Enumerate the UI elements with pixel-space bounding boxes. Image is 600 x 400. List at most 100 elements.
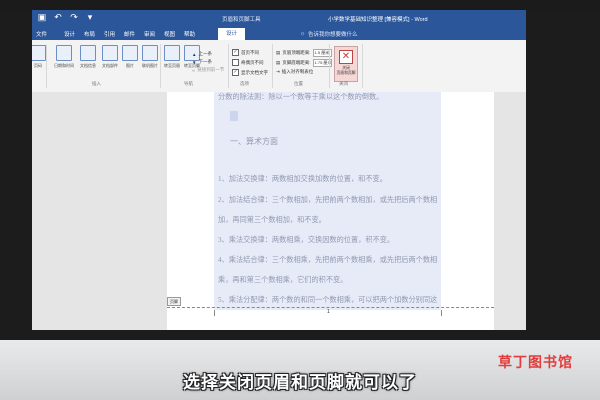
- footer-bottom-distance: ▤ 页脚底端距离: 1.75 厘米: [276, 59, 332, 67]
- link-icon: ∞: [192, 67, 196, 73]
- page-number-icon: [32, 45, 46, 61]
- close-group-label: 关闭: [339, 81, 348, 86]
- tab-review[interactable]: 审阅: [144, 30, 155, 38]
- monitor-bezel-right: [526, 10, 600, 332]
- online-picture-icon: [142, 45, 158, 61]
- document-area[interactable]: 分数的除法则：除以一个数等于乘以这个数的倒数。 一、算术方面 1、加法交换律：两…: [32, 92, 526, 330]
- doc-info-label: 文档信息: [80, 63, 96, 68]
- calendar-icon: [56, 45, 72, 61]
- word-window: ▣ ↶ ↷ ▾ 页眉和页脚工具 小学数学基础知识整理 [兼容模式] - Word…: [32, 10, 526, 330]
- ribbon-tabs: 文件 设计 布局 引用 邮件 审阅 视图 帮助 设计 ☼ 告诉我你想要做什么: [32, 28, 526, 40]
- link-to-previous-label: 链接到前一节: [197, 67, 225, 72]
- pictures-label: 图片: [126, 63, 134, 68]
- go-to-header-label: 转至页眉: [164, 63, 180, 68]
- page-number[interactable]: 1: [327, 309, 330, 315]
- page-number-button[interactable]: 页码: [32, 44, 50, 69]
- arrow-down-icon: ▼: [192, 59, 197, 65]
- date-time-label: 日期和时间: [54, 63, 74, 68]
- selection-mark: [230, 111, 238, 121]
- quick-parts-label: 文档部件: [102, 63, 118, 68]
- options-group-label: 选项: [240, 81, 249, 86]
- date-time-button[interactable]: 日期和时间: [52, 44, 76, 69]
- checkbox-checked-icon: ✓: [232, 69, 239, 76]
- previous-label: 上一条: [198, 51, 212, 56]
- next-label: 下一条: [198, 59, 212, 64]
- close-header-footer-label: 关闭 页眉和页脚: [336, 66, 356, 75]
- header-top-distance: ▤ 页眉顶端距离: 1.5 厘米: [276, 49, 332, 57]
- header-distance-icon: ▤: [276, 50, 281, 55]
- show-document-text-checkbox[interactable]: ✓ 显示文档文字: [232, 69, 268, 76]
- tell-me-box[interactable]: ☼ 告诉我你想要做什么: [300, 30, 358, 38]
- different-odd-even-checkbox[interactable]: 奇偶页不同: [232, 59, 264, 66]
- tab-view[interactable]: 视图: [164, 30, 175, 38]
- quick-access-toolbar: ▣ ↶ ↷ ▾: [36, 12, 96, 23]
- navigation-group-label: 导航: [184, 81, 193, 86]
- document-line: 3、乘法交换律：两数相乘，交换因数的位置，积不变。: [218, 236, 395, 244]
- document-title: 小学数学基础知识整理 [兼容模式] - Word: [328, 17, 428, 23]
- previous-button[interactable]: ▲ 上一条: [192, 51, 212, 57]
- video-subtitle: 选择关闭页眉和页脚就可以了: [183, 373, 417, 392]
- header-icon: [164, 45, 180, 61]
- section-heading: 一、算术方面: [230, 137, 278, 146]
- document-page[interactable]: 分数的除法则：除以一个数等于乘以这个数的倒数。 一、算术方面 1、加法交换律：两…: [167, 92, 494, 330]
- tab-header-footer-design[interactable]: 设计: [218, 28, 246, 40]
- monitor-bezel-bottom: [0, 330, 600, 340]
- different-first-page-checkbox[interactable]: ✓ 首页不同: [232, 49, 259, 56]
- doc-info-button[interactable]: 文档信息: [76, 44, 100, 69]
- monitor-bezel-left: [0, 10, 32, 332]
- insert-alignment-tab-button[interactable]: ⇥ 插入对齐制表位: [276, 69, 313, 75]
- save-icon[interactable]: ▣: [36, 12, 48, 23]
- tab-design[interactable]: 设计: [64, 30, 75, 38]
- arrow-up-icon: ▲: [192, 51, 197, 57]
- footer-label-tag: 页脚: [167, 297, 181, 306]
- document-info-icon: [80, 45, 96, 61]
- tab-mailings[interactable]: 邮件: [124, 30, 135, 38]
- undo-icon[interactable]: ↶: [52, 12, 64, 23]
- position-group-label: 位置: [294, 81, 303, 86]
- document-line: 加，再同第三个数相加，和不变。: [218, 216, 326, 224]
- checkbox-checked-icon: ✓: [232, 49, 239, 56]
- alignment-tab-icon: ⇥: [276, 69, 280, 74]
- different-odd-even-label: 奇偶页不同: [241, 59, 264, 65]
- tell-me-text: 告诉我你想要做什么: [308, 32, 358, 38]
- different-first-page-label: 首页不同: [241, 49, 259, 55]
- next-button[interactable]: ▼ 下一条: [192, 59, 212, 65]
- lightbulb-icon: ☼: [300, 31, 306, 37]
- contextual-tool-label: 页眉和页脚工具: [222, 17, 261, 23]
- tab-references[interactable]: 引用: [104, 30, 115, 38]
- close-icon: ✕: [339, 50, 353, 64]
- footer-boundary-line: [167, 307, 494, 308]
- picture-icon: [122, 45, 138, 61]
- group-divider: [272, 44, 273, 88]
- group-divider: [228, 44, 229, 88]
- document-line: 5、乘法分配律：两个数的和同一个数相乘，可以把两个加数分别同这: [218, 296, 438, 304]
- customize-icon[interactable]: ▾: [84, 12, 96, 23]
- document-line: 乘，再和第三个数相乘，它们的积不变。: [218, 276, 348, 284]
- group-divider: [362, 44, 363, 88]
- checkbox-unchecked-icon: [232, 59, 239, 66]
- redo-icon[interactable]: ↷: [68, 12, 80, 23]
- insert-alignment-tab-label: 插入对齐制表位: [281, 69, 314, 74]
- margin-mark: [441, 310, 442, 316]
- online-pictures-label: 联机图片: [142, 63, 158, 68]
- quick-parts-icon: [102, 45, 118, 61]
- link-to-previous-button[interactable]: ∞ 链接到前一节: [192, 67, 224, 73]
- insert-group-label: 插入: [92, 81, 101, 86]
- footer-distance-icon: ▤: [276, 60, 281, 65]
- header-distance-label: 页眉顶端距离:: [282, 50, 311, 55]
- margin-mark: [214, 310, 215, 316]
- ribbon: 页码 日期和时间 文档信息 文档部件 图片 联机图片 插入 转至页眉 转至页脚 …: [32, 40, 526, 93]
- document-line: 4、乘法结合律：三个数相乘，先把前两个数相乘，或先把后两个数相: [218, 256, 438, 264]
- group-divider: [46, 44, 47, 88]
- close-header-footer-button[interactable]: ✕ 关闭 页眉和页脚: [334, 46, 358, 82]
- group-divider: [329, 44, 330, 88]
- show-document-text-label: 显示文档文字: [241, 69, 268, 75]
- online-pictures-button[interactable]: 联机图片: [138, 44, 162, 69]
- monitor-bezel-top: [0, 0, 600, 10]
- document-line: 分数的除法则：除以一个数等于乘以这个数的倒数。: [218, 93, 384, 101]
- tab-help[interactable]: 帮助: [184, 30, 195, 38]
- tab-file[interactable]: 文件: [36, 30, 47, 38]
- page-number-label: 页码: [34, 63, 42, 68]
- document-line: 2、加法结合律：三个数相加，先把前两个数相加，或先把后两个数相: [218, 196, 438, 204]
- tab-layout[interactable]: 布局: [84, 30, 95, 38]
